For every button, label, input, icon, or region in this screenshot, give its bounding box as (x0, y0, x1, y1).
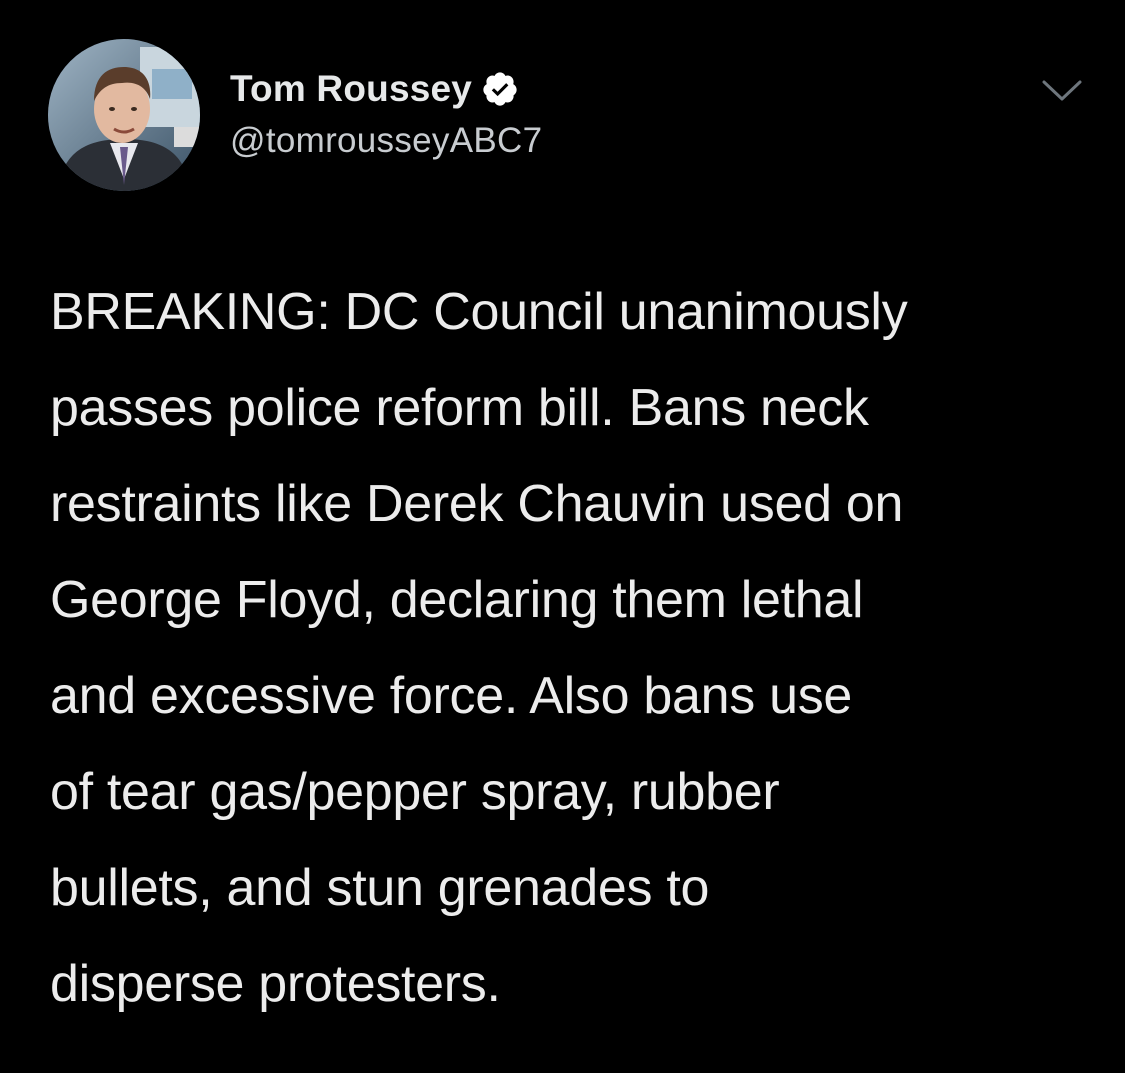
tweet-card: Tom Roussey @tomrousseyABC7 BREAKING: DC… (0, 0, 1125, 1073)
verified-badge-icon (481, 70, 519, 108)
author-handle[interactable]: @tomrousseyABC7 (230, 121, 542, 161)
author-display-name[interactable]: Tom Roussey (230, 68, 472, 110)
tweet-text: BREAKING: DC Council unanimously passes … (50, 283, 908, 1013)
avatar-photo (48, 39, 200, 191)
chevron-down-icon[interactable] (1040, 78, 1084, 104)
author-name-row[interactable]: Tom Roussey (230, 66, 519, 112)
author-avatar[interactable] (48, 39, 200, 191)
